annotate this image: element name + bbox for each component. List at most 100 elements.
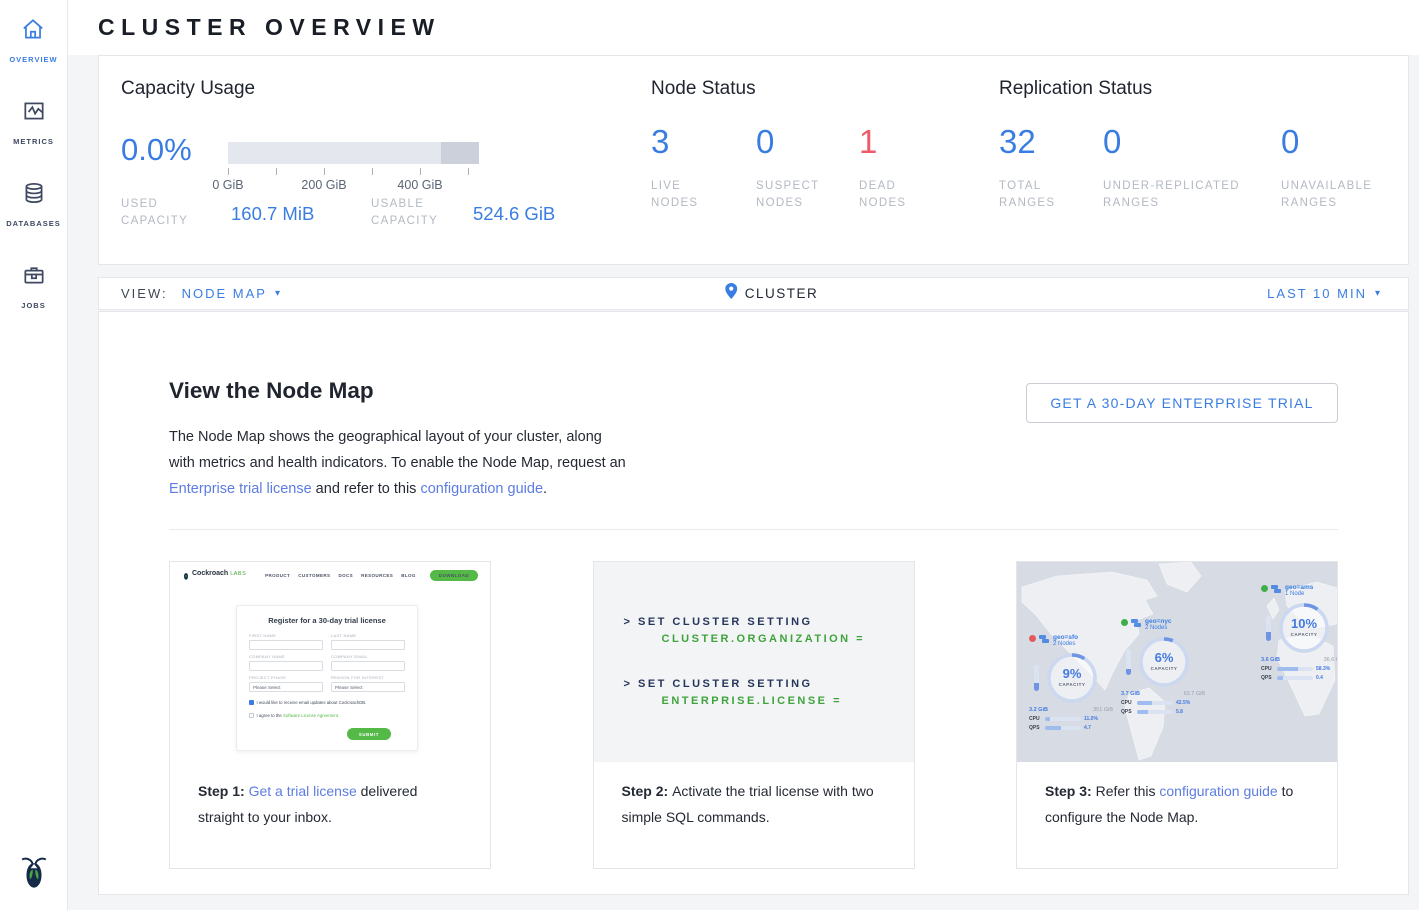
step-number: Step 1: <box>198 783 249 799</box>
locality-node-count: 2 Nodes <box>1145 625 1172 631</box>
description-text: . <box>543 481 547 497</box>
used-value: 3.6 GiB <box>1261 657 1280 663</box>
caption-text: Refer this <box>1096 783 1160 799</box>
view-selector-group: VIEW: NODE MAP ▾ <box>99 286 280 301</box>
get-trial-license-link[interactable]: Get a trial license <box>249 783 357 799</box>
under-replicated-ranges-value: 0 <box>1103 122 1265 162</box>
locality-name: geo=nyc <box>1145 618 1172 625</box>
step-number: Step 2: <box>622 783 673 799</box>
total-value: 36.6 GiB <box>1324 657 1337 663</box>
cpu-value: 58.3% <box>1316 666 1330 672</box>
axis-tick-label: 400 GiB <box>397 178 442 192</box>
sidebar-item-label: DATABASES <box>6 219 61 228</box>
checkbox-label: I agree to the Software License Agreemen… <box>257 713 340 718</box>
usable-capacity-value: 524.6 GiB <box>473 203 555 225</box>
step2-code-block: > SET CLUSTER SETTING CLUSTER.ORGANIZATI… <box>594 562 914 762</box>
node-map-description: The Node Map shows the geographical layo… <box>169 424 629 502</box>
qps-value: 0.4 <box>1316 675 1323 681</box>
text-input <box>249 640 323 650</box>
cpu-label: CPU <box>1261 666 1274 672</box>
used-capacity-value: 160.7 MiB <box>231 203 314 225</box>
status-dot-red <box>1029 635 1036 642</box>
suspect-nodes-stat: 0 SUSPECT NODES <box>756 122 838 212</box>
field-label: PROJECT PHASE <box>249 675 323 680</box>
home-icon <box>20 16 46 47</box>
step3-card: geo=sfo 2 Nodes 9% CAPACITY 3.2 GiB351 G… <box>1016 561 1338 869</box>
capacity-used-percent: 0.0% <box>121 132 192 168</box>
capacity-label: CAPACITY <box>1137 666 1191 671</box>
sql-command: SET CLUSTER SETTING <box>638 678 813 690</box>
nav-item: BLOG <box>401 573 416 578</box>
prompt-symbol: > <box>624 616 638 628</box>
configuration-guide-link[interactable]: configuration guide <box>420 481 543 497</box>
view-dropdown[interactable]: NODE MAP ▾ <box>182 286 280 301</box>
replication-status-section: Replication Status 32 TOTAL RANGES 0 UND… <box>999 56 1408 264</box>
database-icon <box>21 180 47 211</box>
view-label: VIEW: <box>121 286 168 301</box>
capacity-percent: 9% <box>1045 666 1099 681</box>
enterprise-trial-button[interactable]: GET A 30-DAY ENTERPRISE TRIAL <box>1026 383 1338 423</box>
node-map-heading: View the Node Map <box>169 378 374 404</box>
node-status-title: Node Status <box>651 78 756 100</box>
view-dropdown-value: NODE MAP <box>182 286 267 301</box>
field-label: COMPANY NAME <box>249 654 323 659</box>
capacity-bar-other-segment <box>441 142 479 164</box>
locality-marker-nyc: geo=nyc 2 Nodes 6% CAPACITY 3.7 GiB63.7 … <box>1121 618 1221 715</box>
sql-setting: CLUSTER.ORGANIZATION = <box>662 631 914 648</box>
checkbox-unchecked <box>249 713 254 718</box>
capacity-usage-section: Capacity Usage 0.0% 0 GiB 200 GiB 400 Gi… <box>121 56 651 264</box>
text-input <box>331 640 405 650</box>
select-input: Please Select <box>249 682 323 692</box>
axis-tick-label: 0 GiB <box>212 178 243 192</box>
capacity-bar-available-segment <box>228 142 441 164</box>
mini-site-header: Cockroach LABS PRODUCT CUSTOMERS DOCS RE… <box>170 562 490 588</box>
cockroach-labs-wordmark: Cockroach LABS <box>182 570 246 581</box>
configuration-guide-link[interactable]: configuration guide <box>1159 783 1277 799</box>
capacity-bar <box>228 142 479 164</box>
main-area: CLUSTER OVERVIEW Capacity Usage 0.0% 0 G… <box>68 0 1419 910</box>
suspect-nodes-label: SUSPECT NODES <box>756 178 838 212</box>
nodes-icon <box>1131 618 1142 629</box>
nav-item: CUSTOMERS <box>298 573 330 578</box>
step2-card: > SET CLUSTER SETTING CLUSTER.ORGANIZATI… <box>593 561 915 869</box>
capacity-percent: 6% <box>1137 650 1191 665</box>
total-ranges-label: TOTAL RANGES <box>999 178 1089 212</box>
time-range-value: LAST 10 MIN <box>1267 286 1367 301</box>
node-map-panel: View the Node Map The Node Map shows the… <box>98 311 1409 895</box>
checkbox-checked <box>249 700 254 705</box>
briefcase-icon <box>21 262 47 293</box>
checkbox-text: I agree to the <box>257 713 284 718</box>
trial-license-form: Register for a 30-day trial license FIRS… <box>236 605 418 751</box>
sidebar-item-databases[interactable]: DATABASES <box>6 180 61 228</box>
locality-marker-ams: geo=ams 1 Node 10% CAPACITY 3.6 GiB36.6 … <box>1261 584 1337 681</box>
under-replicated-ranges-label: UNDER-REPLICATED RANGES <box>1103 178 1265 212</box>
sidebar-item-jobs[interactable]: JOBS <box>21 262 47 310</box>
sidebar-item-overview[interactable]: OVERVIEW <box>9 16 57 64</box>
node-status-section: Node Status 3 LIVE NODES 0 SUSPECT NODES… <box>651 56 999 264</box>
sidebar-item-label: JOBS <box>21 301 45 310</box>
capacity-label: CAPACITY <box>1045 682 1099 687</box>
locality-name: geo=sfo <box>1053 634 1078 641</box>
nav-item: RESOURCES <box>361 573 393 578</box>
capacity-label: CAPACITY <box>1277 632 1331 637</box>
locality-name: geo=ams <box>1285 584 1313 591</box>
qps-label: QPS <box>1261 675 1274 681</box>
cpu-label: CPU <box>1029 716 1042 722</box>
under-replicated-ranges-stat: 0 UNDER-REPLICATED RANGES <box>1103 122 1265 212</box>
capacity-gauge: 10% CAPACITY <box>1277 601 1331 655</box>
sidebar-item-metrics[interactable]: METRICS <box>13 98 54 146</box>
form-title: Register for a 30-day trial license <box>249 616 405 625</box>
total-ranges-value: 32 <box>999 122 1089 162</box>
enterprise-trial-license-link[interactable]: Enterprise trial license <box>169 481 312 497</box>
step1-screenshot: Cockroach LABS PRODUCT CUSTOMERS DOCS RE… <box>170 562 490 762</box>
time-range-dropdown[interactable]: LAST 10 MIN ▾ <box>1267 286 1408 301</box>
qps-value: 5.8 <box>1176 709 1183 715</box>
capacity-usage-title: Capacity Usage <box>121 78 255 100</box>
brand-text: Cockroach <box>192 570 228 577</box>
metrics-icon <box>21 98 47 129</box>
nav-item: DOCS <box>338 573 353 578</box>
live-nodes-stat: 3 LIVE NODES <box>651 122 733 212</box>
capacity-percent: 10% <box>1277 616 1331 631</box>
cpu-value: 42.5% <box>1176 700 1190 706</box>
step-number: Step 3: <box>1045 783 1096 799</box>
